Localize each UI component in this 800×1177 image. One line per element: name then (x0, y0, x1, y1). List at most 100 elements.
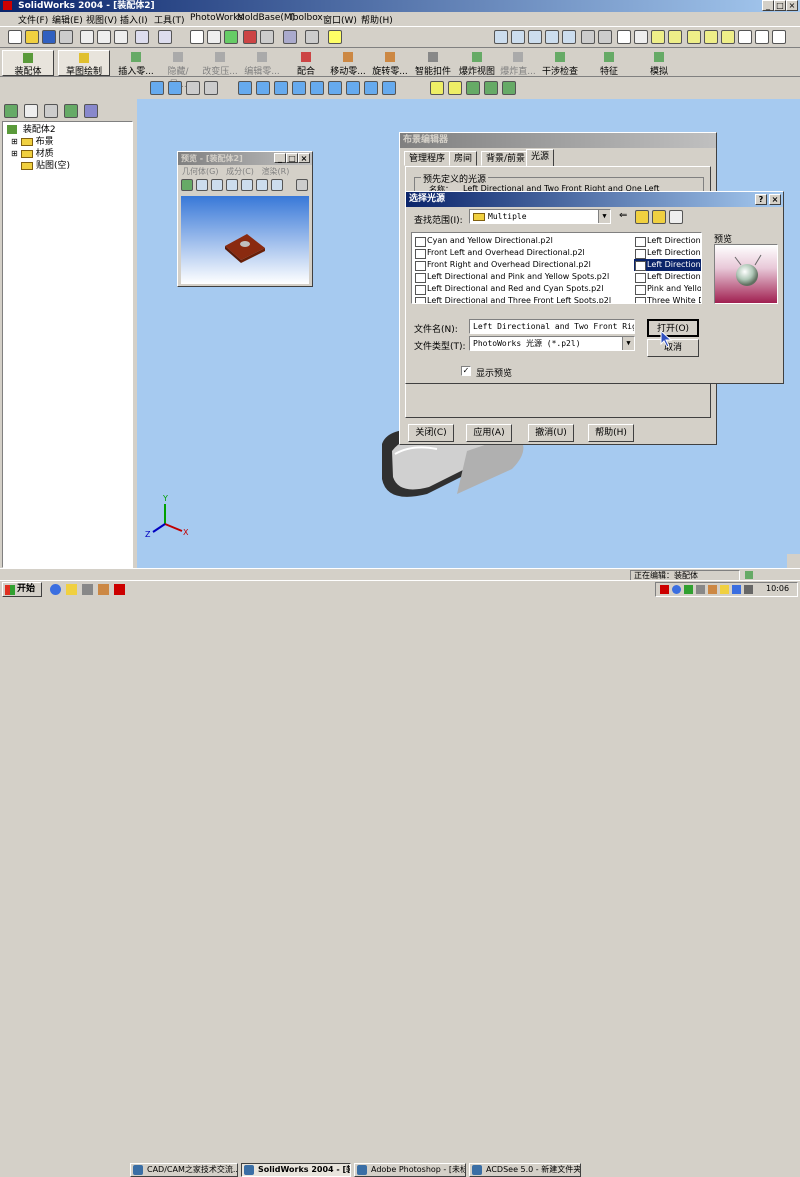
menu-view[interactable]: 视图(V) (86, 13, 117, 26)
view-3d-icon-6[interactable] (328, 81, 342, 95)
tray-icon[interactable] (672, 585, 681, 594)
task-acdsee[interactable]: ACDSee 5.0 - 新建文件夹 (469, 1163, 581, 1177)
quicklaunch-sw-icon[interactable] (114, 584, 125, 595)
top-view-icon[interactable] (704, 30, 718, 44)
close-icon[interactable]: × (769, 194, 781, 205)
up-folder-icon[interactable] (635, 210, 649, 224)
filetype-select[interactable]: PhotoWorks 光源 (*.p2l) ▼ (469, 336, 635, 351)
preview-image-icon[interactable] (181, 179, 193, 191)
assembly-tab[interactable]: 装配体 (2, 50, 54, 77)
task-cad-forum[interactable]: CAD/CAM之家技术交流... (130, 1163, 238, 1177)
cmd-smart-fasteners[interactable]: 智能扣件 (413, 52, 453, 77)
scene-undo-button[interactable]: 撤消(U) (528, 424, 574, 442)
scene-help-button[interactable]: 帮助(H) (588, 424, 634, 442)
shaded-edges-icon[interactable] (651, 30, 665, 44)
tree-item-materials[interactable]: ⊞ 材质 (7, 148, 128, 160)
photoworks-scene-icon[interactable] (204, 81, 218, 95)
menu-photoworks[interactable]: PhotoWorks (190, 13, 243, 23)
maximize-icon[interactable]: □ (286, 153, 298, 163)
cmd-interference-check[interactable]: 干涉检查 (540, 52, 580, 77)
tray-icon[interactable] (744, 585, 753, 594)
zoom-fit-icon[interactable] (494, 30, 508, 44)
quicklaunch-outlook-icon[interactable] (66, 584, 77, 595)
measure-icon[interactable] (283, 30, 297, 44)
tray-icon[interactable] (720, 585, 729, 594)
pan-icon[interactable] (562, 30, 576, 44)
tray-icon[interactable] (708, 585, 717, 594)
featuremanager-tab-icon[interactable] (4, 104, 18, 118)
tab-lights[interactable]: 光源 (526, 149, 555, 166)
file-item[interactable]: Cyan and Yellow Directional.p2l (414, 235, 632, 247)
cut-icon[interactable] (80, 30, 94, 44)
cmd-edit-component[interactable]: 编辑零... (243, 52, 281, 77)
preview-zoom-out-icon[interactable] (226, 179, 238, 191)
tray-icon[interactable] (732, 585, 741, 594)
select-icon[interactable] (190, 30, 204, 44)
help-icon[interactable]: ? (755, 194, 767, 205)
view-3d-icon-8[interactable] (364, 81, 378, 95)
preview-rotate-icon[interactable] (256, 179, 268, 191)
bottom-view-icon[interactable] (772, 30, 786, 44)
start-button[interactable]: 开始 (2, 582, 42, 597)
propertymanager-tab-icon[interactable] (24, 104, 38, 118)
tray-icon[interactable] (660, 585, 669, 594)
iso-view-icon[interactable] (687, 30, 701, 44)
copy-icon[interactable] (97, 30, 111, 44)
cmd-insert-component[interactable]: 插入零... (117, 52, 155, 77)
new-folder-icon[interactable] (652, 210, 666, 224)
rebuild-icon[interactable] (224, 30, 238, 44)
zoom-in-icon[interactable] (528, 30, 542, 44)
tree-item-decals[interactable]: 贴图(空) (7, 160, 128, 172)
preview-menu-component[interactable]: 成分(C) (226, 167, 254, 176)
tab-room[interactable]: 房间 (449, 151, 478, 166)
view-3d-icon-3[interactable] (274, 81, 288, 95)
file-list[interactable]: Cyan and Yellow Directional.p2l Front Le… (411, 232, 702, 304)
view-orientation-icon[interactable] (581, 30, 595, 44)
preview-menu-geometry[interactable]: 几何体(G) (182, 167, 218, 176)
view-3d-icon-1[interactable] (238, 81, 252, 95)
toolbox-tab-icon[interactable] (64, 104, 78, 118)
tray-icon[interactable] (696, 585, 705, 594)
file-item[interactable]: Left Directional an (634, 235, 701, 247)
filename-input[interactable]: Left Directional and Two Front Right an (469, 319, 635, 334)
point-icon[interactable] (466, 81, 480, 95)
tree-item-scene[interactable]: ⊞ 布景 (7, 136, 128, 148)
file-item[interactable]: Front Left and Overhead Directional.p2l (414, 247, 632, 259)
menu-insert[interactable]: 插入(I) (120, 13, 148, 26)
photoworks-render-icon[interactable] (150, 81, 164, 95)
undo-icon[interactable] (135, 30, 149, 44)
cmd-features[interactable]: 特征 (592, 52, 626, 77)
show-preview-checkbox[interactable]: ✓ (461, 366, 471, 376)
cmd-simulation[interactable]: 模拟 (644, 52, 674, 77)
back-view-icon[interactable] (755, 30, 769, 44)
tree-root[interactable]: 装配体2 (7, 124, 128, 136)
hidden-lines-icon[interactable] (634, 30, 648, 44)
configuration-tab-icon[interactable] (44, 104, 58, 118)
task-solidworks[interactable]: SolidWorks 2004 - [装配... (241, 1163, 351, 1177)
quicklaunch-ie-icon[interactable] (50, 584, 61, 595)
print-icon[interactable] (59, 30, 73, 44)
wireframe-icon[interactable] (617, 30, 631, 44)
preview-menu-render[interactable]: 渲染(R) (262, 167, 290, 176)
preview-zoom-in-icon[interactable] (211, 179, 223, 191)
view-3d-icon-5[interactable] (310, 81, 324, 95)
photoworks-tab-icon[interactable] (84, 104, 98, 118)
cmd-explode-line[interactable]: 爆炸直... (499, 52, 537, 77)
chevron-down-icon[interactable]: ▼ (598, 210, 610, 223)
save-icon[interactable] (42, 30, 56, 44)
photoworks-preview-icon[interactable] (168, 81, 182, 95)
preview-zoom-area-icon[interactable] (241, 179, 253, 191)
file-item[interactable]: Pink and Yellow S (634, 283, 701, 295)
view-3d-icon-9[interactable] (382, 81, 396, 95)
file-item[interactable]: Three White Direc (634, 295, 701, 303)
grid-icon[interactable] (243, 30, 257, 44)
viewport-scrollbar[interactable] (787, 554, 800, 568)
file-item[interactable]: Left Directional an (634, 247, 701, 259)
quicklaunch-media-icon[interactable] (98, 584, 109, 595)
cmd-exploded-view[interactable]: 爆炸视图 (457, 52, 497, 77)
cmd-move-component[interactable]: 移动零... (329, 52, 367, 77)
photoworks-material-icon[interactable] (186, 81, 200, 95)
polyline-icon[interactable] (448, 81, 462, 95)
cmd-mate[interactable]: 配合 (291, 52, 321, 77)
rotate-icon[interactable] (545, 30, 559, 44)
